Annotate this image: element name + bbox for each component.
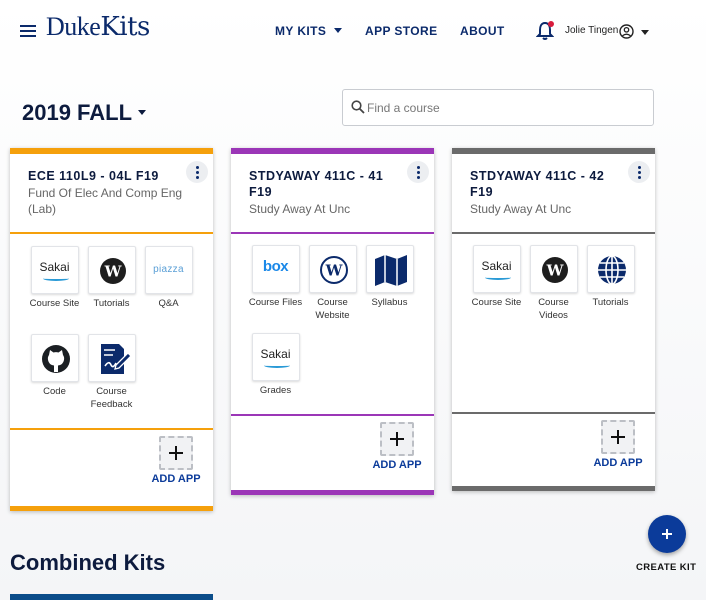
nav-app-store[interactable]: APP STORE <box>365 24 438 38</box>
create-kit-button[interactable] <box>648 515 686 553</box>
kit-apps-grid: Sakai Course Site W Course Videos Tutori… <box>452 234 655 414</box>
course-search[interactable] <box>342 89 654 126</box>
term-label: 2019 FALL <box>22 100 133 125</box>
svg-text:W: W <box>103 263 122 281</box>
kit-options-kebab-icon[interactable] <box>186 161 208 183</box>
sakai-icon: Sakai <box>251 333 300 381</box>
app-grades[interactable]: Sakai Grades <box>247 333 304 397</box>
search-icon <box>351 100 365 114</box>
notification-dot <box>548 21 554 27</box>
wordpress-icon: W <box>87 246 136 294</box>
app-course-site[interactable]: Sakai Course Site <box>468 245 525 309</box>
nav-my-kits[interactable]: MY KITS <box>275 24 343 38</box>
kit-subtitle: Study Away At Unc <box>470 202 572 216</box>
user-name[interactable]: Jolie Tingen <box>565 25 618 36</box>
add-app-button[interactable] <box>380 422 414 456</box>
map-icon <box>365 245 414 293</box>
app-label: Course Website <box>315 297 350 321</box>
add-app-area: ADD APP <box>231 416 434 488</box>
globe-icon <box>586 245 635 293</box>
svg-text:W: W <box>545 262 564 280</box>
piazza-icon: piazza <box>144 246 193 294</box>
app-label: Course Site <box>29 298 80 309</box>
kit-card-header[interactable]: ECE 110L9 - 04L F19 Fund Of Elec And Com… <box>10 154 213 234</box>
kit-card-stdyaway-411c-42: STDYAWAY 411C - 42 F19 Study Away At Unc… <box>452 148 655 491</box>
hamburger-menu-icon[interactable] <box>20 25 36 37</box>
app-tutorials[interactable]: Tutorials <box>582 245 639 309</box>
kit-title: STDYAWAY 411C - 41 F19 <box>249 169 384 199</box>
sakai-wordmark: Sakai <box>39 260 70 274</box>
logo-kits: Kits <box>100 12 150 42</box>
add-app-area: ADD APP <box>452 414 655 484</box>
sakai-wordmark: Sakai <box>481 259 512 273</box>
nav-about[interactable]: ABOUT <box>460 24 505 38</box>
add-app-button[interactable] <box>159 436 193 470</box>
kit-apps-grid: box Course Files W Course Website Syllab… <box>231 234 434 416</box>
box-wordmark: box <box>262 258 289 275</box>
sakai-icon: Sakai <box>472 245 521 293</box>
feedback-form-icon <box>87 334 136 382</box>
app-tutorials[interactable]: W Tutorials <box>83 246 140 310</box>
kit-card-header[interactable]: STDYAWAY 411C - 41 F19 Study Away At Unc <box>231 154 434 234</box>
app-syllabus[interactable]: Syllabus <box>361 245 418 309</box>
chevron-down-icon <box>138 110 147 115</box>
user-menu-chevron-icon[interactable] <box>641 30 649 35</box>
kit-options-kebab-icon[interactable] <box>407 161 429 183</box>
add-app-label[interactable]: ADD APP <box>151 473 201 486</box>
box-icon: box <box>251 245 300 293</box>
app-label: Course Site <box>471 297 522 308</box>
app-label: Course Feedback <box>90 386 133 410</box>
app-label: Tutorials <box>93 298 130 309</box>
app-label: Syllabus <box>371 297 408 308</box>
kit-card-header[interactable]: STDYAWAY 411C - 42 F19 Study Away At Unc <box>452 154 655 234</box>
app-course-videos[interactable]: W Course Videos <box>525 245 582 322</box>
create-kit-label[interactable]: CREATE KIT <box>636 562 696 573</box>
kit-card-ece-110l9: ECE 110L9 - 04L F19 Fund Of Elec And Com… <box>10 148 213 511</box>
app-course-website[interactable]: W Course Website <box>304 245 361 322</box>
combined-kits-heading: Combined Kits <box>10 550 166 575</box>
kit-apps-grid: Sakai Course Site W Tutorials piazza Q&A… <box>10 234 213 430</box>
kit-subtitle: Study Away At Unc <box>249 202 351 216</box>
app-label: Q&A <box>158 298 179 309</box>
kit-title: STDYAWAY 411C - 42 F19 <box>470 169 605 199</box>
app-code[interactable]: Code <box>26 334 83 398</box>
combined-kit-card-top[interactable] <box>10 594 213 600</box>
app-label: Course Files <box>248 297 303 308</box>
notification-bell-icon[interactable] <box>535 21 555 41</box>
sakai-wordmark: Sakai <box>260 347 291 361</box>
add-app-area: ADD APP <box>10 430 213 504</box>
kit-subtitle: Fund Of Elec And Comp Eng (Lab) <box>28 186 183 216</box>
app-label: Code <box>43 386 66 397</box>
add-app-label[interactable]: ADD APP <box>372 459 422 472</box>
app-label: Course Videos <box>538 297 569 321</box>
app-course-feedback[interactable]: Course Feedback <box>83 334 140 411</box>
term-selector[interactable]: 2019 FALL <box>22 100 147 126</box>
nav-my-kits-label: MY KITS <box>275 24 327 38</box>
svg-text:W: W <box>324 262 343 280</box>
wordpress-icon: W <box>308 245 357 293</box>
app-label: Tutorials <box>592 297 629 308</box>
sakai-icon: Sakai <box>30 246 79 294</box>
app-label: Grades <box>259 385 292 396</box>
github-icon <box>30 334 79 382</box>
wordpress-icon: W <box>529 245 578 293</box>
kit-card-stdyaway-411c-41: STDYAWAY 411C - 41 F19 Study Away At Unc… <box>231 148 434 495</box>
account-circle-icon[interactable] <box>619 24 634 39</box>
app-course-files[interactable]: box Course Files <box>247 245 304 309</box>
add-app-button[interactable] <box>601 420 635 454</box>
kit-title: ECE 110L9 - 04L F19 <box>28 169 159 183</box>
piazza-wordmark: piazza <box>153 264 184 275</box>
app-course-site[interactable]: Sakai Course Site <box>26 246 83 310</box>
search-input[interactable] <box>367 98 647 118</box>
kit-options-kebab-icon[interactable] <box>628 161 650 183</box>
add-app-label[interactable]: ADD APP <box>593 457 643 470</box>
top-nav-bar: DukeKits MY KITS APP STORE ABOUT Jolie T… <box>0 0 706 62</box>
duke-kits-logo[interactable]: DukeKits <box>46 12 150 42</box>
chevron-down-icon <box>334 28 343 33</box>
logo-duke: Duke <box>46 12 101 41</box>
app-q-and-a[interactable]: piazza Q&A <box>140 246 197 310</box>
